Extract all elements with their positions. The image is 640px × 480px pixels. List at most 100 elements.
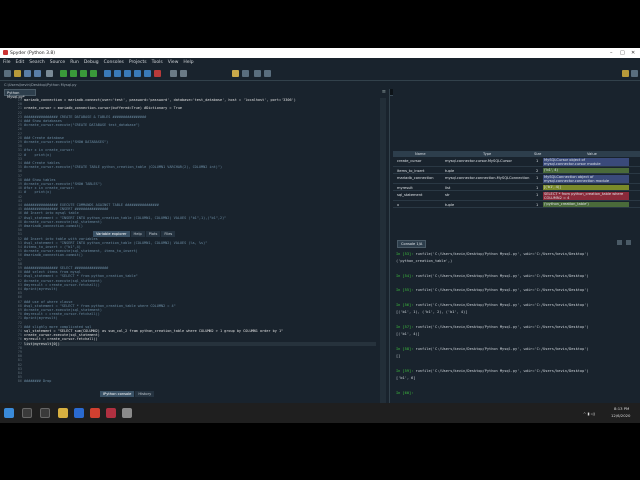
- col-type[interactable]: Type: [483, 152, 491, 156]
- code-line[interactable]: #create_cursor.execute("CREATE DATABASE …: [24, 123, 140, 127]
- file-explorer-icon[interactable]: [58, 408, 68, 418]
- menu-item[interactable]: Run: [70, 60, 79, 65]
- editor-options-icon[interactable]: ≡: [382, 89, 386, 95]
- console-line: ('python_creation_table',): [396, 259, 632, 266]
- browse-folder-icon[interactable]: [242, 70, 249, 77]
- preferences-icon[interactable]: [180, 70, 187, 77]
- edge-icon[interactable]: [74, 408, 84, 418]
- debug-file-icon[interactable]: [46, 70, 53, 77]
- code-line[interactable]: #print(myresult): [24, 316, 58, 320]
- editor-tab[interactable]: Python Mysql.py*: [4, 89, 36, 99]
- code-line[interactable]: #mariadb_connection.commit(): [24, 253, 83, 257]
- code-line[interactable]: create_cursor = mariadb_connection.curso…: [24, 106, 182, 110]
- code-line[interactable]: mariadb_connection = mariadb.connect(use…: [24, 98, 296, 102]
- variable-row[interactable]: mariadb_connection mysql.connector.connec…: [393, 175, 640, 184]
- spyder-taskbar-icon[interactable]: [106, 408, 116, 418]
- save-icon[interactable]: [24, 70, 31, 77]
- continue-icon[interactable]: [144, 70, 151, 77]
- menu-item[interactable]: Debug: [84, 60, 99, 65]
- menu-item[interactable]: Edit: [16, 60, 25, 65]
- console-pane-tab[interactable]: History: [135, 391, 155, 397]
- step-return-icon[interactable]: [134, 70, 141, 77]
- run-cell-advance-icon[interactable]: [80, 70, 87, 77]
- menu-item[interactable]: Tools: [152, 60, 163, 65]
- variable-row[interactable]: items_to_insert tuple 2 ('b1', 4): [393, 168, 640, 174]
- variable-row[interactable]: sql_statement str 1 SELECT * from python_cr…: [393, 192, 640, 201]
- forward-icon[interactable]: [264, 70, 271, 77]
- tray-icons[interactable]: ^ ▮ ◁): [583, 411, 595, 416]
- menu-item[interactable]: Consoles: [104, 60, 124, 65]
- variable-type: tuple: [445, 203, 455, 207]
- menu-item[interactable]: Help: [183, 60, 193, 65]
- variable-row[interactable]: myresult list 1 [('b1', 4)]: [393, 185, 640, 191]
- windows-taskbar: ^ ▮ ◁) 8:13 PM 12/6/2020: [0, 403, 640, 423]
- browse-directory-icon[interactable]: [622, 70, 629, 77]
- run-icon[interactable]: [60, 70, 67, 77]
- pane-tab[interactable]: Plots: [145, 231, 161, 237]
- pane-tab[interactable]: Variable explorer: [93, 231, 130, 237]
- chrome-icon[interactable]: [90, 408, 100, 418]
- menu-bar: File Edit Search Source Run Debug Consoles Proj…: [0, 58, 640, 67]
- start-icon[interactable]: [4, 408, 14, 418]
- variable-row[interactable]: x tuple 1 ('python_creation_table'): [393, 202, 640, 208]
- python-path-icon[interactable]: [232, 70, 239, 77]
- parent-directory-icon[interactable]: [631, 70, 638, 77]
- stop-console-icon[interactable]: [617, 240, 622, 245]
- task-view-icon[interactable]: [40, 408, 50, 418]
- search-icon[interactable]: [22, 408, 32, 418]
- variable-value: ('python_creation_table'): [543, 202, 629, 207]
- step-icon[interactable]: [114, 70, 121, 77]
- maximize-pane-icon[interactable]: [170, 70, 177, 77]
- app-taskbar-icon[interactable]: [122, 408, 132, 418]
- pane-tab[interactable]: Help: [130, 231, 145, 237]
- console-line: []: [396, 354, 632, 361]
- col-name[interactable]: Name: [415, 152, 426, 156]
- save-all-icon[interactable]: [34, 70, 41, 77]
- console-text: runfile('C:/Users/kevin/Desktop/Python M…: [415, 346, 589, 351]
- code-line[interactable]: #create_cursor.execute("SHOW DATABASES"): [24, 140, 108, 144]
- code-editor[interactable]: 19 mariadb_connection = mariadb.connect(u…: [0, 98, 388, 412]
- console-line: [('b1', 4)]: [396, 332, 632, 339]
- step-into-icon[interactable]: [124, 70, 131, 77]
- col-value[interactable]: Value: [587, 152, 597, 156]
- console-tab[interactable]: Console 1/A: [397, 240, 427, 248]
- menu-item[interactable]: Source: [50, 60, 65, 65]
- code-line[interactable]: #mariadb_connection.commit(): [24, 224, 83, 228]
- code-line[interactable]: # print(x): [24, 190, 51, 194]
- variable-size: 1: [536, 159, 539, 163]
- right-top-tabs: Variable explorer Help Plots Files: [93, 231, 176, 237]
- menu-item[interactable]: View: [168, 60, 179, 65]
- variable-row[interactable]: create_cursor mysql.connector.cursor.MySQ…: [393, 158, 640, 167]
- clock-time[interactable]: 8:13 PM: [614, 406, 629, 411]
- stop-debug-icon[interactable]: [154, 70, 161, 77]
- console-text: []: [396, 354, 401, 359]
- editor-scrollbar[interactable]: [380, 98, 386, 412]
- menu-item[interactable]: Projects: [129, 60, 147, 65]
- title-bar: Spyder (Python 3.8) – □ ✕: [0, 48, 640, 58]
- code-line[interactable]: ######## Drop: [24, 379, 51, 383]
- code-line[interactable]: #print(myresult): [24, 287, 58, 291]
- menu-item[interactable]: File: [3, 60, 11, 65]
- console-pane-tab[interactable]: IPython console: [100, 391, 135, 397]
- new-file-icon[interactable]: [4, 70, 11, 77]
- open-file-icon[interactable]: [14, 70, 21, 77]
- console-text: runfile('C:/Users/kevin/Desktop/Python M…: [415, 288, 589, 293]
- close-icon[interactable]: ✕: [631, 50, 635, 56]
- maximize-icon[interactable]: □: [620, 50, 625, 56]
- back-icon[interactable]: [254, 70, 261, 77]
- minimize-icon[interactable]: –: [610, 50, 613, 56]
- debug-icon[interactable]: [104, 70, 111, 77]
- pane-tab[interactable]: Files: [161, 231, 176, 237]
- code-line[interactable]: list(myresult[0]): [24, 342, 60, 346]
- run-cell-icon[interactable]: [70, 70, 77, 77]
- code-line[interactable]: #create_cursor.execute("CREATE TABLE pyt…: [24, 165, 222, 169]
- menu-item[interactable]: Search: [29, 60, 44, 65]
- run-selection-icon[interactable]: [90, 70, 97, 77]
- console-output[interactable]: In [53]: runfile('C:/Users/kevin/Desktop…: [396, 252, 632, 402]
- console-options-icon[interactable]: [626, 240, 631, 245]
- code-line[interactable]: # print(x): [24, 153, 51, 157]
- clock-date[interactable]: 12/6/2020: [611, 413, 630, 418]
- col-size[interactable]: Size: [534, 152, 541, 156]
